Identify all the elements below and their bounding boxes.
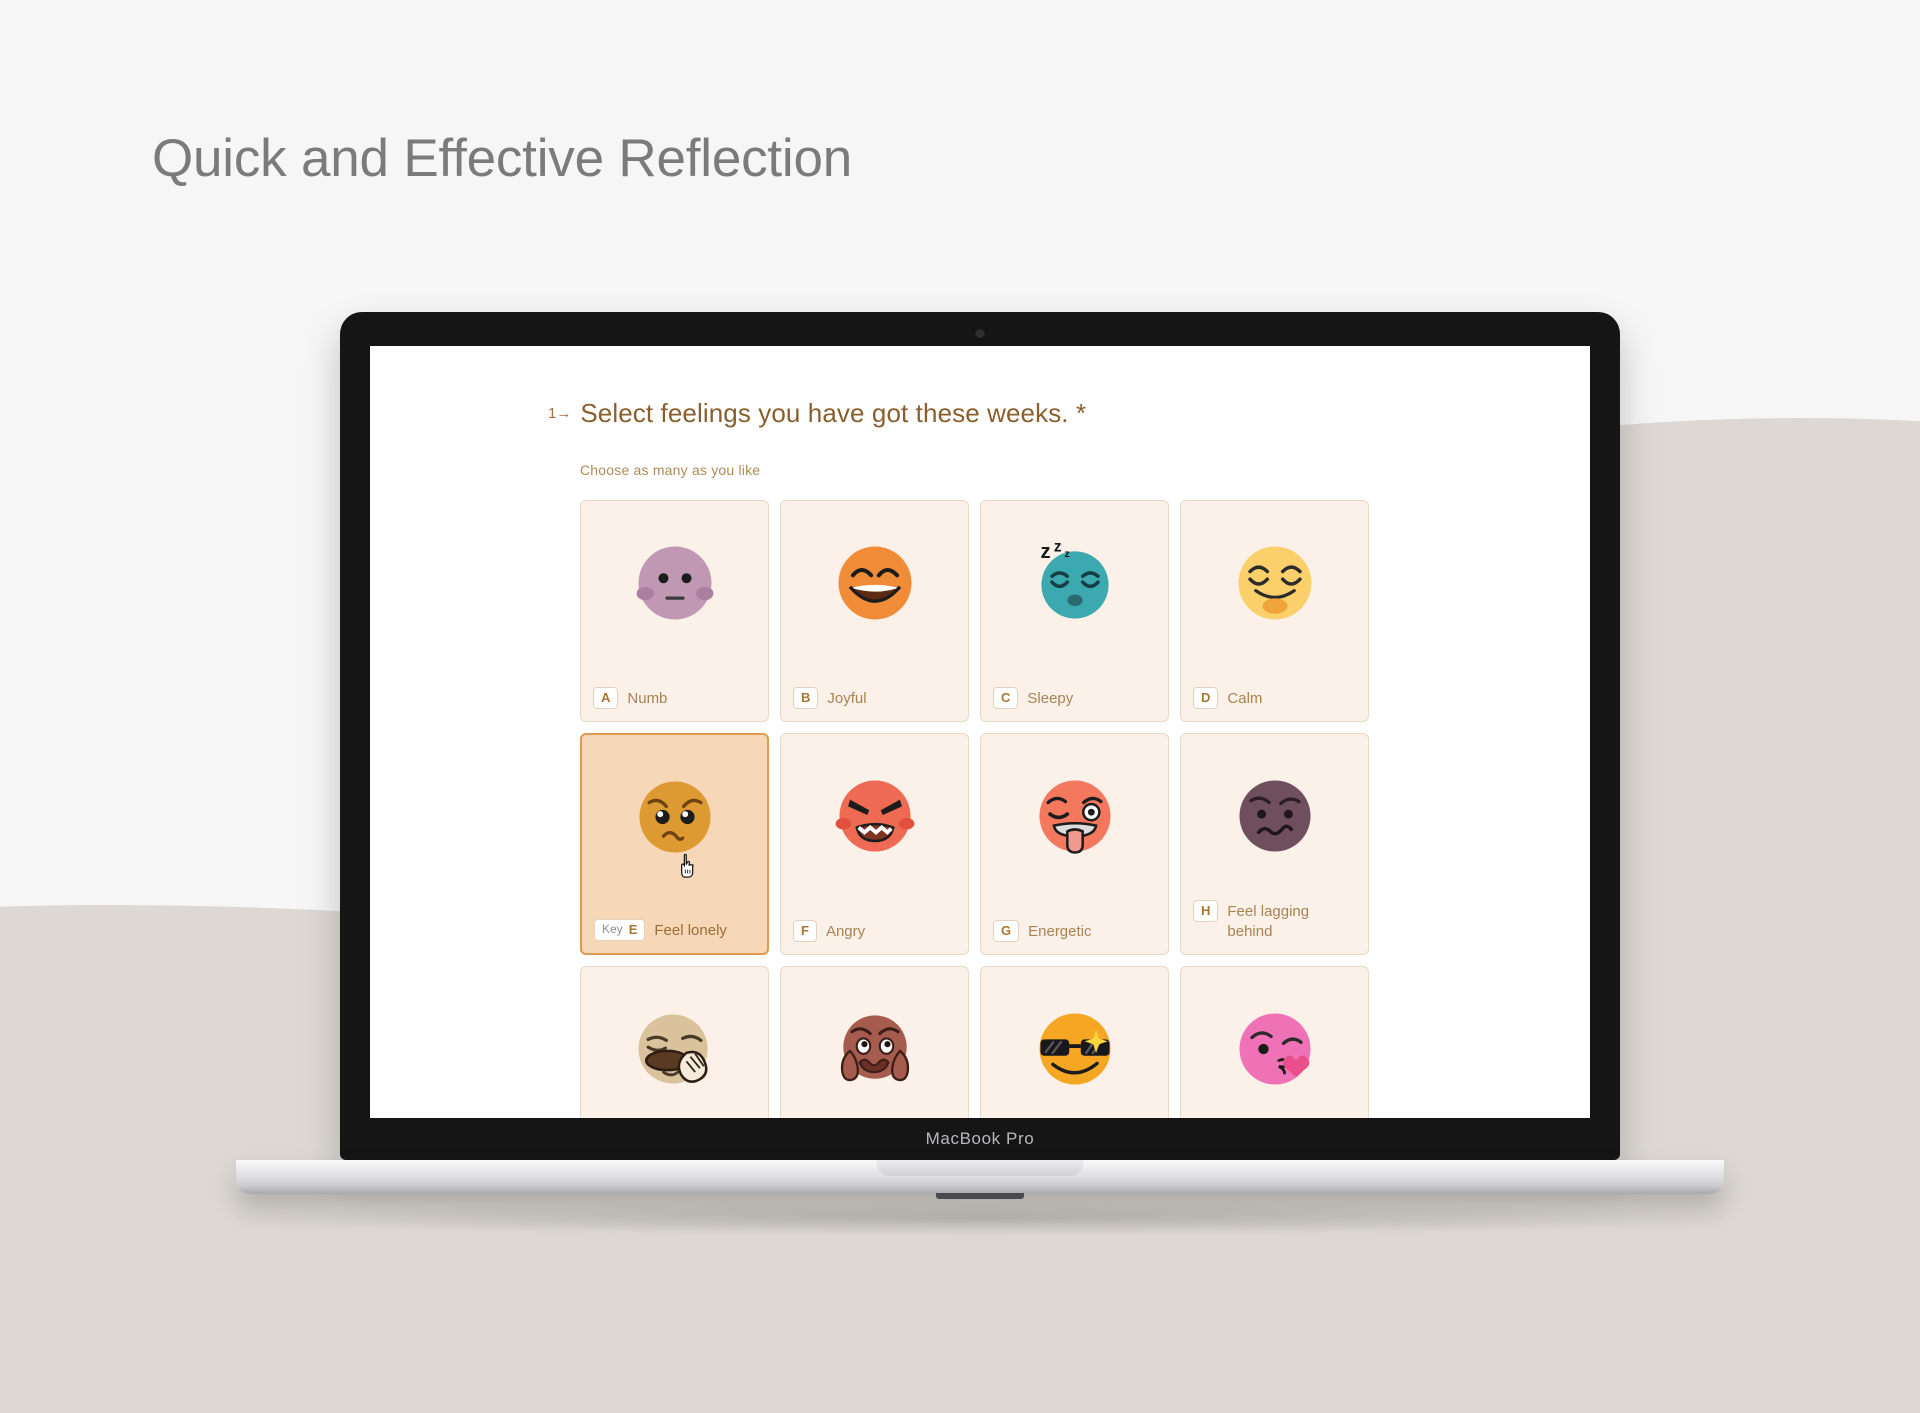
question-number: 1→ [548, 405, 572, 422]
sad-face-icon [627, 769, 723, 865]
option-card-l[interactable] [1180, 966, 1369, 1118]
option-label: Joyful [827, 689, 867, 707]
option-key-badge: Key E [594, 918, 646, 941]
svg-text:z: z [1040, 541, 1050, 563]
question-header: 1→ Select feelings you have got these we… [548, 398, 1388, 429]
zany-face-icon [1027, 768, 1123, 864]
option-key-letter: C [1001, 689, 1011, 705]
option-card-k[interactable] [980, 966, 1169, 1118]
option-key-badge: B [793, 686, 819, 709]
option-key-badge: G [993, 919, 1020, 942]
option-card-b[interactable]: B Joyful [780, 500, 969, 722]
angry-face-icon [827, 768, 923, 864]
svg-text:z: z [1053, 538, 1061, 555]
option-key-letter: B [801, 689, 811, 705]
option-label: Numb [627, 689, 668, 707]
option-key-letter: F [801, 922, 809, 938]
webcam-icon [975, 329, 985, 338]
laptop-base [236, 1160, 1724, 1199]
laptop-drop-shadow [236, 1200, 1726, 1236]
laptop-base-notch [877, 1160, 1083, 1176]
option-footer: F Angry [793, 919, 958, 942]
option-key-badge: A [593, 686, 619, 709]
option-key-letter: E [628, 921, 638, 937]
option-key-letter: A [601, 689, 611, 705]
laptop-screen: 1→ Select feelings you have got these we… [370, 346, 1590, 1118]
key-hint-word: Key [602, 922, 623, 937]
option-footer: Key E Feel lonely [594, 918, 757, 941]
option-label: Calm [1227, 689, 1263, 707]
screenshot-canvas: Quick and Effective Reflection MacBook P… [0, 0, 1920, 1413]
confused-face-icon [1227, 768, 1323, 864]
question-title: Select feelings you have got these weeks… [580, 398, 1087, 428]
macbook-mockup: MacBook Pro 1→ Select feelings you have … [236, 312, 1724, 1199]
option-key-letter: G [1001, 922, 1012, 938]
option-footer: A Numb [593, 686, 758, 709]
option-key-badge: F [793, 919, 817, 942]
option-key-badge: H [1193, 899, 1219, 922]
option-label: Sleepy [1027, 689, 1074, 707]
macbook-pro-label: MacBook Pro [925, 1129, 1035, 1148]
option-card-e[interactable]: Key E Feel lonely [580, 733, 769, 955]
option-key-letter: D [1201, 689, 1211, 705]
option-label: Feel lonely [654, 921, 727, 939]
option-card-g[interactable]: G Energetic [980, 733, 1169, 955]
numb-face-icon [627, 535, 723, 631]
option-label: Energetic [1028, 922, 1092, 940]
option-card-c[interactable]: z z z C Sleepy [980, 500, 1169, 722]
kissing-face-icon [1227, 1001, 1323, 1097]
option-label: Angry [825, 922, 866, 940]
cool-face-icon [1027, 1001, 1123, 1097]
page-title: Quick and Effective Reflection [152, 129, 853, 188]
option-key-badge: C [993, 686, 1019, 709]
relieved-face-icon [1227, 535, 1323, 631]
option-card-i[interactable] [580, 966, 769, 1118]
options-grid: A Numb B Joyful z z z C Sleepy D Calm Key E Fee… [580, 500, 1388, 1118]
survey-form: 1→ Select feelings you have got these we… [548, 398, 1388, 1118]
option-footer: H Feel lagging behind [1193, 899, 1358, 943]
option-footer: D Calm [1193, 686, 1358, 709]
option-card-d[interactable]: D Calm [1180, 500, 1369, 722]
option-card-a[interactable]: A Numb [580, 500, 769, 722]
grinning-face-icon [827, 535, 923, 631]
option-key-letter: H [1201, 902, 1211, 918]
laptop-lid: MacBook Pro 1→ Select feelings you have … [340, 312, 1620, 1160]
sleeping-face-icon: z z z [1027, 535, 1123, 631]
svg-text:z: z [1064, 548, 1069, 560]
scared-face-icon [827, 1001, 923, 1097]
option-key-badge: D [1193, 686, 1219, 709]
option-footer: C Sleepy [993, 686, 1158, 709]
laptop-base-foot [936, 1193, 1024, 1199]
option-card-f[interactable]: F Angry [780, 733, 969, 955]
question-hint: Choose as many as you like [580, 462, 761, 478]
option-card-h[interactable]: H Feel lagging behind [1180, 733, 1369, 955]
option-footer: B Joyful [793, 686, 958, 709]
yawning-face-icon [627, 1001, 723, 1097]
option-label: Feel lagging behind [1227, 902, 1310, 940]
option-card-j[interactable] [780, 966, 969, 1118]
option-footer: G Energetic [993, 919, 1158, 942]
